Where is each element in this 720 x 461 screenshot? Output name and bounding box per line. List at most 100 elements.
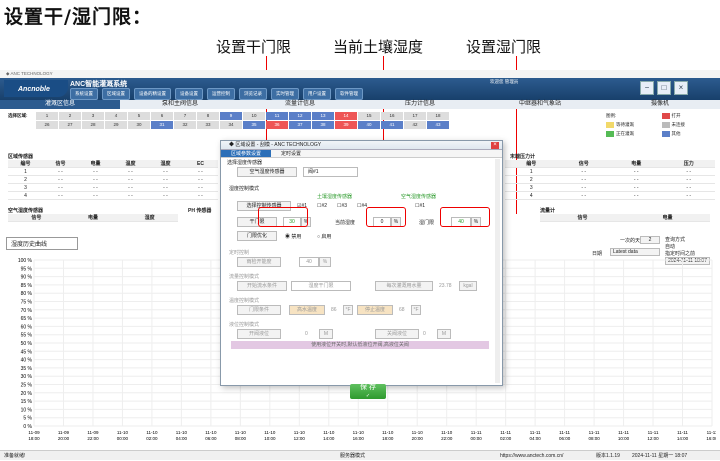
tab-flow[interactable]: 流量计信息 [240, 100, 360, 109]
maximize-icon[interactable]: □ [657, 81, 671, 95]
zone-node[interactable]: 37 [289, 121, 311, 129]
tab-pressure[interactable]: 压力计信息 [360, 100, 480, 109]
table-cell: - - [113, 176, 148, 184]
x-tick-label: 02:00 [146, 436, 158, 441]
tab-camera[interactable]: 摄像机 [600, 100, 720, 109]
table-cell: - - [43, 168, 78, 176]
tab-zone-params[interactable]: 区域参数设置 [221, 150, 272, 157]
zone-node[interactable]: 43 [427, 121, 449, 129]
zone-node[interactable]: 27 [59, 121, 81, 129]
zone-node[interactable]: 6 [151, 112, 173, 120]
zone-node[interactable]: 33 [197, 121, 219, 129]
menu-item[interactable]: 浏览记录 [239, 88, 267, 100]
zone-node[interactable]: 10 [243, 112, 265, 120]
zone-node[interactable]: 12 [289, 112, 311, 120]
legend-swatch [661, 122, 670, 128]
zone-node[interactable]: 4 [105, 112, 127, 120]
menu-item[interactable]: 区域设置 [102, 88, 130, 100]
zone-node[interactable]: 3 [82, 112, 104, 120]
timing-input[interactable]: 40 [299, 257, 319, 267]
table-cell: - - [78, 192, 113, 200]
col-header: 信号 [8, 214, 65, 222]
zone-node[interactable]: 28 [82, 121, 104, 129]
range-input[interactable]: 2 [640, 236, 660, 244]
table-cell: - - [557, 184, 610, 192]
menu-item[interactable]: 设备设置 [175, 88, 203, 100]
check-3[interactable]: ☐#3 [337, 203, 347, 209]
air-check-1[interactable]: ☐#1 [415, 203, 425, 209]
dialog-tabs: 区域参数设置 定时设置 [221, 150, 502, 158]
zone-node[interactable]: 41 [381, 121, 403, 129]
y-tick-label: 25 % [21, 383, 33, 389]
zone-node[interactable]: 11 [266, 112, 288, 120]
mode-label: 湿度控制模式 [229, 186, 260, 192]
sensor-type-field[interactable]: 空气湿度传感器 [237, 167, 297, 177]
zone-node[interactable]: 1 [36, 112, 58, 120]
dialog-scrollbar[interactable] [495, 159, 500, 383]
enable-radio[interactable]: ○ 启用 [317, 233, 331, 240]
zone-node[interactable]: 8 [197, 112, 219, 120]
zone-node[interactable]: 16 [381, 112, 403, 120]
tab-pump[interactable]: 泵和主阀信息 [120, 100, 240, 109]
zone-node[interactable]: 34 [220, 121, 242, 129]
check-2[interactable]: ☐#2 [317, 203, 327, 209]
zone-node[interactable]: 42 [404, 121, 426, 129]
main-tabs: 灌溉区信息 泵和主阀信息 流量计信息 压力计信息 中继器和气象站 摄像机 [0, 100, 720, 109]
close-icon[interactable]: × [491, 142, 499, 149]
zone-node[interactable]: 26 [36, 121, 58, 129]
sensor-select[interactable]: 阀#1 [303, 167, 358, 177]
x-tick-label: 11-10 [441, 430, 453, 435]
zone-node[interactable]: 17 [404, 112, 426, 120]
disable-radio[interactable]: ◉ 禁用 [285, 233, 301, 240]
zone-node[interactable]: 2 [59, 112, 81, 120]
flow-condition-field[interactable]: 湿度干门限 [291, 281, 351, 291]
soil-sensor-label: 土壤湿度传感器 [317, 194, 353, 200]
menu-item[interactable]: 用户设置 [303, 88, 331, 100]
temp-condition-button[interactable]: 门限条件 [237, 305, 281, 315]
tab-relay[interactable]: 中继器和气象站 [480, 100, 600, 109]
zone-settings-dialog: ◆ 区域设置 - 刮模 - ANC TECHNOLOGY × 区域参数设置 定时… [220, 140, 503, 399]
timing-label: 雨检开能度 [237, 257, 281, 267]
x-tick-label: 11-10 [323, 430, 335, 435]
zone-node[interactable]: 5 [128, 112, 150, 120]
zone-node[interactable]: 31 [151, 121, 173, 129]
zone-node[interactable]: 15 [358, 112, 380, 120]
timing-title: 定时控制 [229, 250, 250, 256]
door-optimize-button[interactable]: 门限优化 [237, 231, 277, 241]
zone-node[interactable]: 40 [358, 121, 380, 129]
x-tick-label: 11-11 [618, 430, 629, 435]
minimize-icon[interactable]: − [640, 81, 654, 95]
tab-timer[interactable]: 定时设置 [271, 150, 311, 157]
menu-item[interactable]: 软件管理 [335, 88, 363, 100]
menu-item[interactable]: 运营控制 [207, 88, 235, 100]
x-tick-label: 10:00 [618, 436, 630, 441]
dialog-body: 选择湿度传感器 空气湿度传感器 阀#1 湿度控制模式 土壤湿度传感器 空气湿度传… [225, 159, 493, 399]
level-on-label: 开阀液位 [237, 329, 281, 339]
zone-node[interactable]: 39 [335, 121, 357, 129]
auto-radio[interactable]: 自动 [665, 243, 675, 250]
table-cell: - - [43, 184, 78, 192]
y-tick-label: 85 % [21, 283, 33, 289]
zone-node[interactable]: 30 [128, 121, 150, 129]
zone-node[interactable]: 29 [105, 121, 127, 129]
flow-start-button[interactable]: 开始流水条件 [237, 281, 287, 291]
zone-node[interactable]: 9 [220, 112, 242, 120]
save-button[interactable]: 保 存 ✓ [350, 384, 386, 399]
zone-node[interactable]: 7 [174, 112, 196, 120]
close-icon[interactable]: × [674, 81, 688, 95]
zone-node[interactable]: 38 [312, 121, 334, 129]
zone-node[interactable]: 36 [266, 121, 288, 129]
zone-node[interactable]: 35 [243, 121, 265, 129]
zone-node[interactable]: 14 [335, 112, 357, 120]
y-tick-label: 95 % [21, 266, 33, 272]
legend-item: 打开 [661, 112, 717, 120]
menu-item[interactable]: 设备的精设置 [134, 88, 171, 100]
zone-node[interactable]: 13 [312, 112, 334, 120]
tab-irrigation[interactable]: 灌溉区信息 [0, 100, 120, 109]
menu-item[interactable]: 系统设置 [70, 88, 98, 100]
history-select[interactable]: 湿度历史曲线 [6, 237, 78, 250]
col-header: EC [183, 160, 218, 168]
menu-item[interactable]: 实时管理 [271, 88, 299, 100]
zone-node[interactable]: 18 [427, 112, 449, 120]
zone-node[interactable]: 32 [174, 121, 196, 129]
